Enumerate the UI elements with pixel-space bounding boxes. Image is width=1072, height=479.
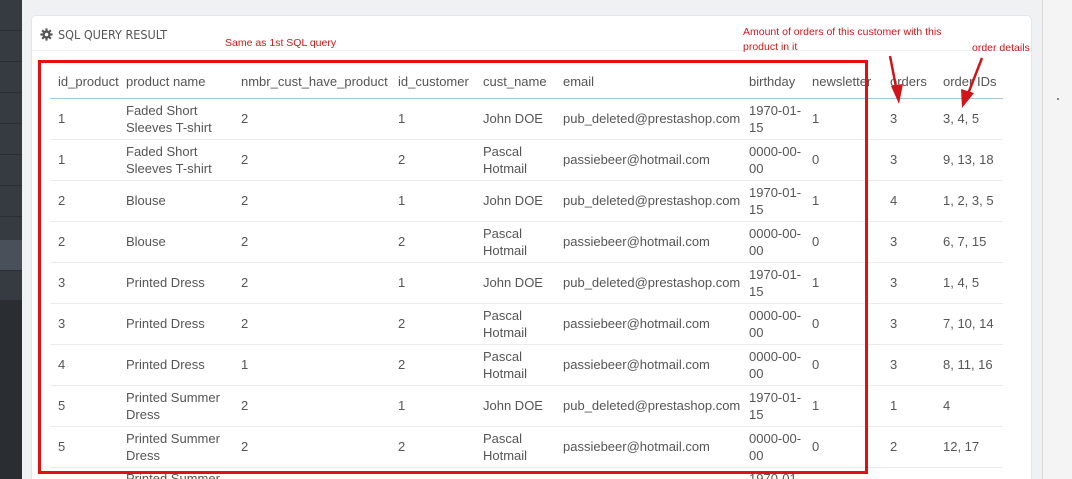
panel-title: SQL QUERY RESULT bbox=[58, 26, 168, 42]
cell-orders: 3 bbox=[890, 139, 943, 181]
col-header-orders[interactable]: orders bbox=[890, 66, 943, 99]
sidebar-item[interactable] bbox=[0, 124, 22, 155]
cell-order-ids: 12, 17 bbox=[943, 426, 1003, 468]
cell-order-ids: 9, 13, 18 bbox=[943, 139, 1003, 181]
cell-orders: 3 bbox=[890, 344, 943, 386]
cell-orders bbox=[890, 467, 943, 479]
sidebar-item[interactable] bbox=[0, 271, 22, 302]
cell-order-ids: 8, 11, 16 bbox=[943, 344, 1003, 386]
sidebar-item-active[interactable] bbox=[0, 240, 22, 271]
highlight-box bbox=[38, 60, 868, 474]
cell-order-ids bbox=[943, 467, 1003, 479]
cell-orders: 3 bbox=[890, 303, 943, 345]
sidebar-item[interactable] bbox=[0, 186, 22, 217]
cell-orders: 3 bbox=[890, 98, 943, 140]
sidebar-footer bbox=[0, 300, 22, 479]
cell-order-ids: 1, 2, 3, 5 bbox=[943, 180, 1003, 222]
panel-heading: SQL QUERY RESULT bbox=[40, 24, 167, 44]
cell-orders: 3 bbox=[890, 221, 943, 263]
cell-order-ids: 7, 10, 14 bbox=[943, 303, 1003, 345]
edge-mark bbox=[1057, 98, 1059, 100]
sidebar-item[interactable] bbox=[0, 155, 22, 186]
right-edge-panel bbox=[1042, 0, 1072, 479]
cell-order-ids: 3, 4, 5 bbox=[943, 98, 1003, 140]
sidebar-item[interactable] bbox=[0, 93, 22, 124]
cell-order-ids: 6, 7, 15 bbox=[943, 221, 1003, 263]
cell-orders: 4 bbox=[890, 180, 943, 222]
annotation-same-query: Same as 1st SQL query bbox=[225, 37, 337, 49]
annotation-amount-orders: Amount of orders of this customer with t… bbox=[743, 26, 942, 53]
admin-sidebar bbox=[0, 0, 22, 479]
cell-orders: 1 bbox=[890, 385, 943, 427]
sidebar-item[interactable] bbox=[0, 31, 22, 62]
sidebar-item[interactable] bbox=[0, 62, 22, 93]
annotation-order-details: order details bbox=[972, 42, 1030, 54]
cell-order-ids: 4 bbox=[943, 385, 1003, 427]
cell-order-ids: 1, 4, 5 bbox=[943, 262, 1003, 304]
cell-orders: 3 bbox=[890, 262, 943, 304]
cell-orders: 2 bbox=[890, 426, 943, 468]
sidebar-item[interactable] bbox=[0, 0, 22, 31]
col-header-order-ids[interactable]: order IDs bbox=[943, 66, 1003, 99]
gear-icon bbox=[40, 27, 53, 41]
